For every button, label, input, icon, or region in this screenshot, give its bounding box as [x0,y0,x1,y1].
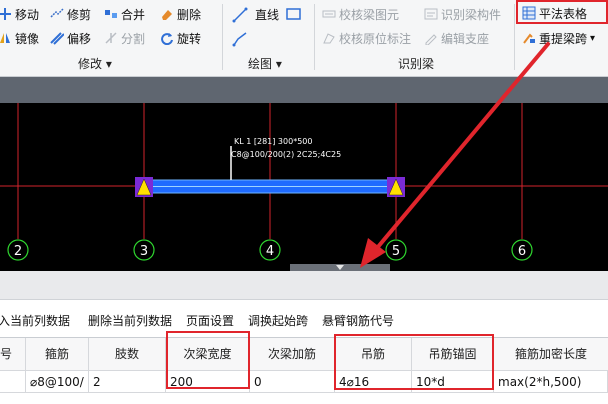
separator [514,4,515,70]
ribbon-toolbar: 移动 修剪 合并 删除 镜像 偏移 分割 旋转 修改 ▾ 直线 绘图 ▾ 校核梁… [0,0,608,77]
header-secondary-beam-rebar[interactable]: 次梁加筋 [250,338,335,371]
line-label: 直线 [255,7,280,22]
offset-button[interactable]: 偏移 [50,28,91,48]
table-toolbar: 入当前列数据 删除当前列数据 页面设置 调换起始跨 悬臂钢筋代号 [0,299,608,338]
header-stirrup[interactable]: 箍筋 [26,338,89,371]
identify-beam-component-button[interactable]: 识别梁构件 [424,4,501,24]
header-number[interactable]: 号 [0,338,26,371]
mirror-icon [0,31,12,45]
rotate-button[interactable]: 旋转 [160,28,201,48]
rectangle-icon [286,7,301,21]
separator [314,4,315,70]
modify-group-text: 修改 [78,57,103,71]
check-annotation-icon [322,31,336,45]
beam-annotation-line2: C8@100/200(2) 2C25;4C25 [231,150,341,159]
check-original-label: 校核原位标注 [339,31,412,46]
mirror-button[interactable]: 镜像 [0,28,39,48]
check-original-annotation-button[interactable]: 校核原位标注 [322,28,411,48]
identify-component-icon [424,7,438,21]
splitter-arrow-icon[interactable] [336,265,344,270]
draw-group-label[interactable]: 绘图 ▾ [248,55,282,72]
flat-method-table: 号 箍筋 肢数 次梁宽度 次梁加筋 吊筋 吊筋锚固 箍筋加密长度 ⌀8@100/… [0,337,608,404]
offset-icon [50,31,65,45]
check-diagram-label: 校核梁图元 [339,7,400,22]
merge-button[interactable]: 合并 [104,4,145,24]
cell-stirrup-dense-length[interactable]: max(2*h,500) [494,371,608,393]
split-icon [104,31,118,45]
axis-label-3: 3 [140,244,148,259]
panel-splitter[interactable] [0,264,608,299]
eraser-icon [160,7,174,21]
header-stirrup-dense-length[interactable]: 箍筋加密长度 [494,338,608,371]
draw-group-text: 绘图 [248,57,273,71]
insert-column-data-button[interactable]: 入当前列数据 [0,312,70,329]
reextract-label: 重提梁跨 [539,31,588,46]
axis-label-6: 6 [518,244,526,259]
cell-legs[interactable]: 2 [89,371,166,393]
polyline-icon [232,31,247,47]
trim-label: 修剪 [67,7,92,22]
modify-group-label[interactable]: 修改 ▾ [78,55,112,72]
trim-button[interactable]: 修剪 [50,4,91,24]
cell-secondary-beam-rebar[interactable]: 0 [250,371,335,393]
check-beam-diagram-button[interactable]: 校核梁图元 [322,4,399,24]
edit-support-button[interactable]: 编辑支座 [424,28,489,48]
identify-component-label: 识别梁构件 [441,7,502,22]
axis-label-2: 2 [14,244,22,259]
split-button[interactable]: 分割 [104,28,145,48]
delete-label: 删除 [177,7,202,22]
split-label: 分割 [121,31,146,46]
axis-label-5: 5 [392,244,400,259]
axis-label-4: 4 [266,244,274,259]
polyline-button[interactable] [232,28,247,48]
separator [222,4,223,70]
merge-label: 合并 [121,7,146,22]
offset-label: 偏移 [67,31,92,46]
identify-beam-group-label: 识别梁 [398,55,434,72]
rectangle-button[interactable] [286,4,301,24]
delete-button[interactable]: 删除 [160,4,201,24]
delete-column-data-button[interactable]: 删除当前列数据 [88,312,172,329]
reextract-icon [522,31,536,45]
rotate-label: 旋转 [177,31,202,46]
swap-start-span-button[interactable]: 调换起始跨 [248,312,308,329]
move-button[interactable]: 移动 [0,4,39,24]
rotate-icon [160,31,174,46]
check-diagram-icon [322,7,336,21]
cell-stirrup[interactable]: ⌀8@100/ [26,371,89,393]
highlight-secondary-beam-width [166,331,250,389]
mirror-label: 镜像 [15,31,40,46]
drawing-canvas[interactable]: KL 1 [281] 300*500 C8@100/200(2) 2C25;4C… [0,103,608,271]
line-button[interactable]: 直线 [232,4,279,24]
dropdown-arrow-icon: ▾ [590,32,596,44]
page-setup-button[interactable]: 页面设置 [186,312,234,329]
identify-group-text: 识别梁 [398,57,435,71]
cantilever-rebar-code-button[interactable]: 悬臂钢筋代号 [322,312,394,329]
merge-icon [104,7,118,21]
edit-support-icon [424,31,438,46]
table-button-highlight [516,0,608,24]
reextract-beam-span-button[interactable]: 重提梁跨 ▾ [522,28,595,48]
beam-annotation-line1: KL 1 [281] 300*500 [234,137,312,146]
header-legs[interactable]: 肢数 [89,338,166,371]
move-icon [0,7,12,21]
edit-support-label: 编辑支座 [441,31,490,46]
highlight-hanger-bar [334,334,494,390]
canvas-drawing: KL 1 [281] 300*500 C8@100/200(2) 2C25;4C… [0,103,608,261]
line-icon [232,7,248,23]
ribbon-bottom-strip [0,77,608,103]
cell-number[interactable] [0,371,26,393]
trim-icon [50,7,64,21]
move-label: 移动 [15,7,40,22]
